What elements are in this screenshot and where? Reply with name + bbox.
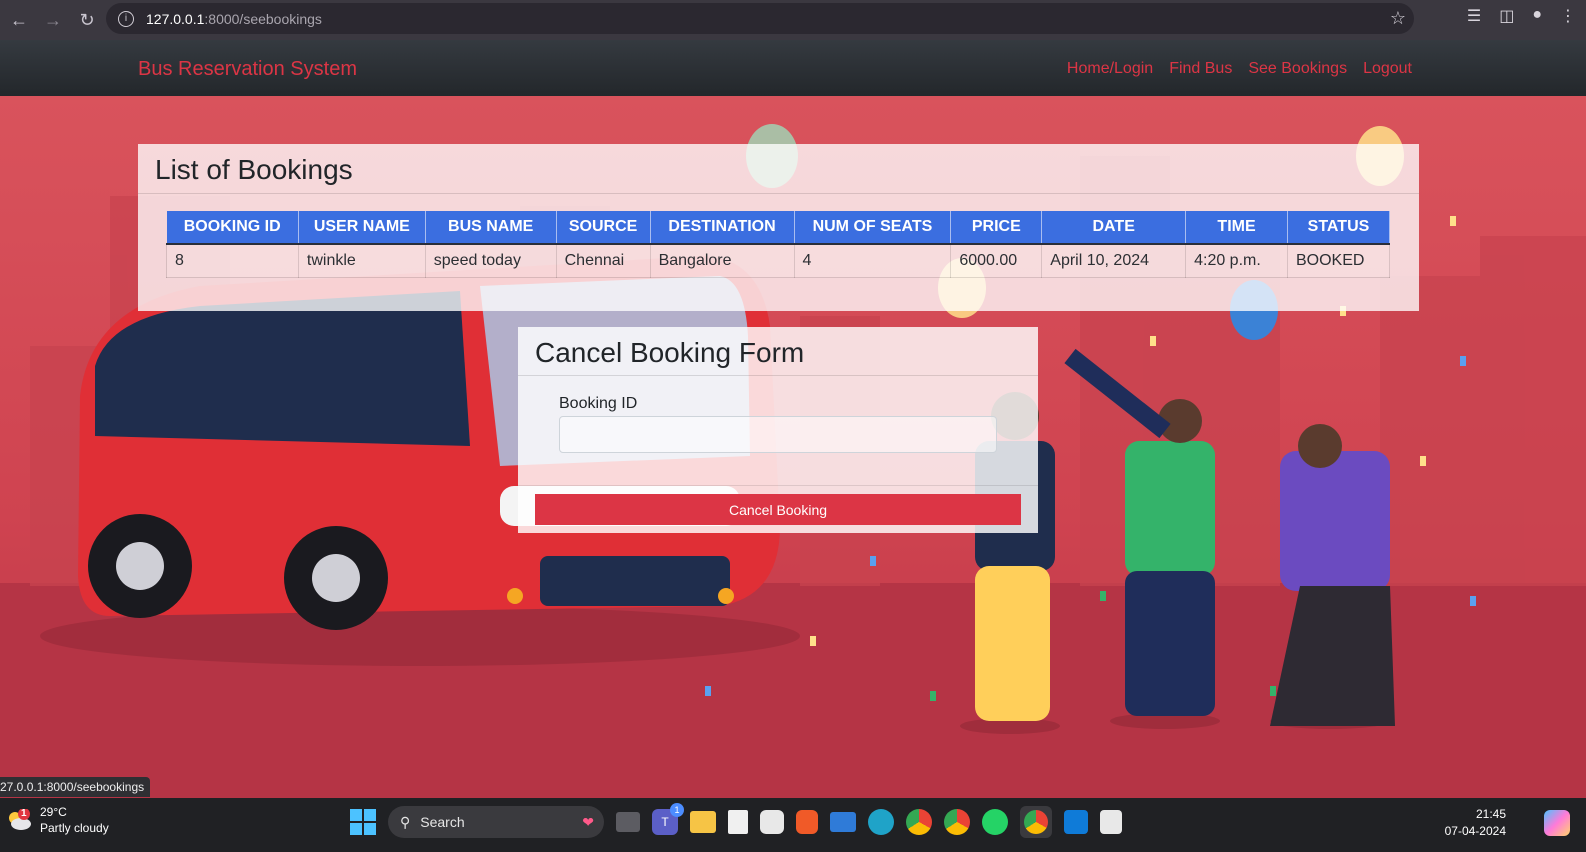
column-header: DATE xyxy=(1041,211,1187,245)
cancel-form-title: Cancel Booking Form xyxy=(518,327,1038,376)
search-highlight-icon: ❤ xyxy=(582,813,594,830)
table-row: 8 twinkle speed today Chennai Bangalore … xyxy=(166,243,1391,278)
site-info-icon[interactable]: i xyxy=(118,10,134,27)
url-path: :8000/seebookings xyxy=(204,10,322,27)
bookmark-star-icon[interactable]: ☆ xyxy=(1390,8,1406,29)
reading-list-icon[interactable]: ☰ xyxy=(1467,6,1481,26)
brave-icon[interactable] xyxy=(796,810,818,834)
teams-badge: 1 xyxy=(670,803,684,817)
profile-icon[interactable]: ● xyxy=(1532,6,1542,26)
windows-start-icon[interactable] xyxy=(350,809,376,835)
taskbar-clock[interactable]: 21:45 07-04-2024 xyxy=(1445,806,1506,840)
cell-num-seats: 4 xyxy=(793,243,952,278)
taskbar-search[interactable]: ⚲ Search ❤ xyxy=(388,806,604,838)
side-panel-icon[interactable]: ◫ xyxy=(1499,6,1514,26)
cell-price: 6000.00 xyxy=(950,243,1043,278)
cell-destination: Bangalore xyxy=(649,243,795,278)
booking-id-input[interactable] xyxy=(559,416,997,453)
back-icon[interactable]: ← xyxy=(4,5,34,35)
browser-toolbar: ← → ↻ i 127.0.0.1:8000/seebookings ☆ ☰ ◫… xyxy=(0,0,1586,40)
url-host: 127.0.0.1 xyxy=(146,10,205,27)
column-header: PRICE xyxy=(950,211,1043,245)
vscode-icon[interactable] xyxy=(1064,810,1088,834)
store-icon[interactable] xyxy=(760,810,784,834)
cell-bus-name: speed today xyxy=(424,243,557,278)
snipping-tool-icon[interactable] xyxy=(1100,810,1122,834)
nav-home-login[interactable]: Home/Login xyxy=(1067,60,1153,78)
mail-icon[interactable] xyxy=(830,812,856,832)
notepad-icon[interactable] xyxy=(728,810,748,834)
status-url-tooltip: 27.0.0.1:8000/seebookings xyxy=(0,777,151,797)
bookings-panel: List of Bookings BOOKING ID USER NAME BU… xyxy=(138,144,1419,311)
chrome-icon[interactable] xyxy=(906,809,932,835)
clock-date: 07-04-2024 xyxy=(1444,824,1506,838)
cancel-booking-panel: Cancel Booking Form Booking ID Cancel Bo… xyxy=(518,327,1038,533)
chrome-active-icon[interactable] xyxy=(1020,806,1052,838)
browser-right-icons: ☰ ◫ ● ⋮ xyxy=(1467,6,1576,26)
cell-date: April 10, 2024 xyxy=(1041,243,1187,278)
weather-temp: 29°C xyxy=(40,805,67,819)
forward-icon[interactable]: → xyxy=(38,5,68,35)
column-header: SOURCE xyxy=(556,211,651,245)
taskbar-apps: ⚲ Search ❤ T1 xyxy=(350,803,1122,838)
table-header-row: BOOKING ID USER NAME BUS NAME SOURCE DES… xyxy=(166,211,1391,245)
menu-kebab-icon[interactable]: ⋮ xyxy=(1560,6,1576,26)
cancel-booking-button[interactable]: Cancel Booking xyxy=(535,494,1021,525)
column-header: DESTINATION xyxy=(650,211,795,245)
windows-taskbar: 1 29°C Partly cloudy ⚲ Search ❤ T1 21:45… xyxy=(0,798,1586,852)
search-label: Search xyxy=(420,814,465,830)
chrome-profile-icon[interactable] xyxy=(944,809,970,835)
column-header: NUM OF SEATS xyxy=(794,211,952,245)
whatsapp-icon[interactable] xyxy=(982,809,1008,835)
edge-icon[interactable] xyxy=(868,809,894,835)
nav-links: Home/Login Find Bus See Bookings Logout xyxy=(1067,60,1412,78)
bookings-table: BOOKING ID USER NAME BUS NAME SOURCE DES… xyxy=(166,211,1391,278)
teams-icon[interactable]: T1 xyxy=(652,803,684,835)
column-header: BOOKING ID xyxy=(166,211,299,245)
nav-logout[interactable]: Logout xyxy=(1363,60,1412,78)
cell-status: BOOKED xyxy=(1286,243,1391,278)
search-icon: ⚲ xyxy=(400,813,411,830)
reload-icon[interactable]: ↻ xyxy=(72,5,102,35)
brand-link[interactable]: Bus Reservation System xyxy=(138,58,357,81)
clock-time: 21:45 xyxy=(1475,807,1506,821)
weather-badge: 1 xyxy=(21,808,27,819)
column-header: TIME xyxy=(1185,211,1288,245)
copilot-icon[interactable] xyxy=(1544,810,1570,836)
form-divider xyxy=(518,485,1038,486)
booking-id-label: Booking ID xyxy=(559,395,638,412)
bookings-title: List of Bookings xyxy=(138,144,1419,194)
cell-user-name: twinkle xyxy=(297,243,426,278)
file-explorer-icon[interactable] xyxy=(690,811,716,833)
weather-cloud-icon: 1 xyxy=(6,808,32,831)
app-navbar: Bus Reservation System Home/Login Find B… xyxy=(0,40,1586,96)
address-bar[interactable]: i 127.0.0.1:8000/seebookings ☆ xyxy=(106,3,1414,34)
weather-widget[interactable]: 1 29°C Partly cloudy xyxy=(6,804,109,836)
column-header: STATUS xyxy=(1287,211,1391,245)
task-view-icon[interactable] xyxy=(616,812,640,832)
column-header: USER NAME xyxy=(298,211,426,245)
nav-find-bus[interactable]: Find Bus xyxy=(1169,60,1232,78)
weather-desc: Partly cloudy xyxy=(40,821,109,835)
cell-time: 4:20 p.m. xyxy=(1185,243,1288,278)
cell-source: Chennai xyxy=(555,243,651,278)
column-header: BUS NAME xyxy=(425,211,557,245)
cell-booking-id: 8 xyxy=(166,243,299,278)
nav-see-bookings[interactable]: See Bookings xyxy=(1248,60,1347,78)
